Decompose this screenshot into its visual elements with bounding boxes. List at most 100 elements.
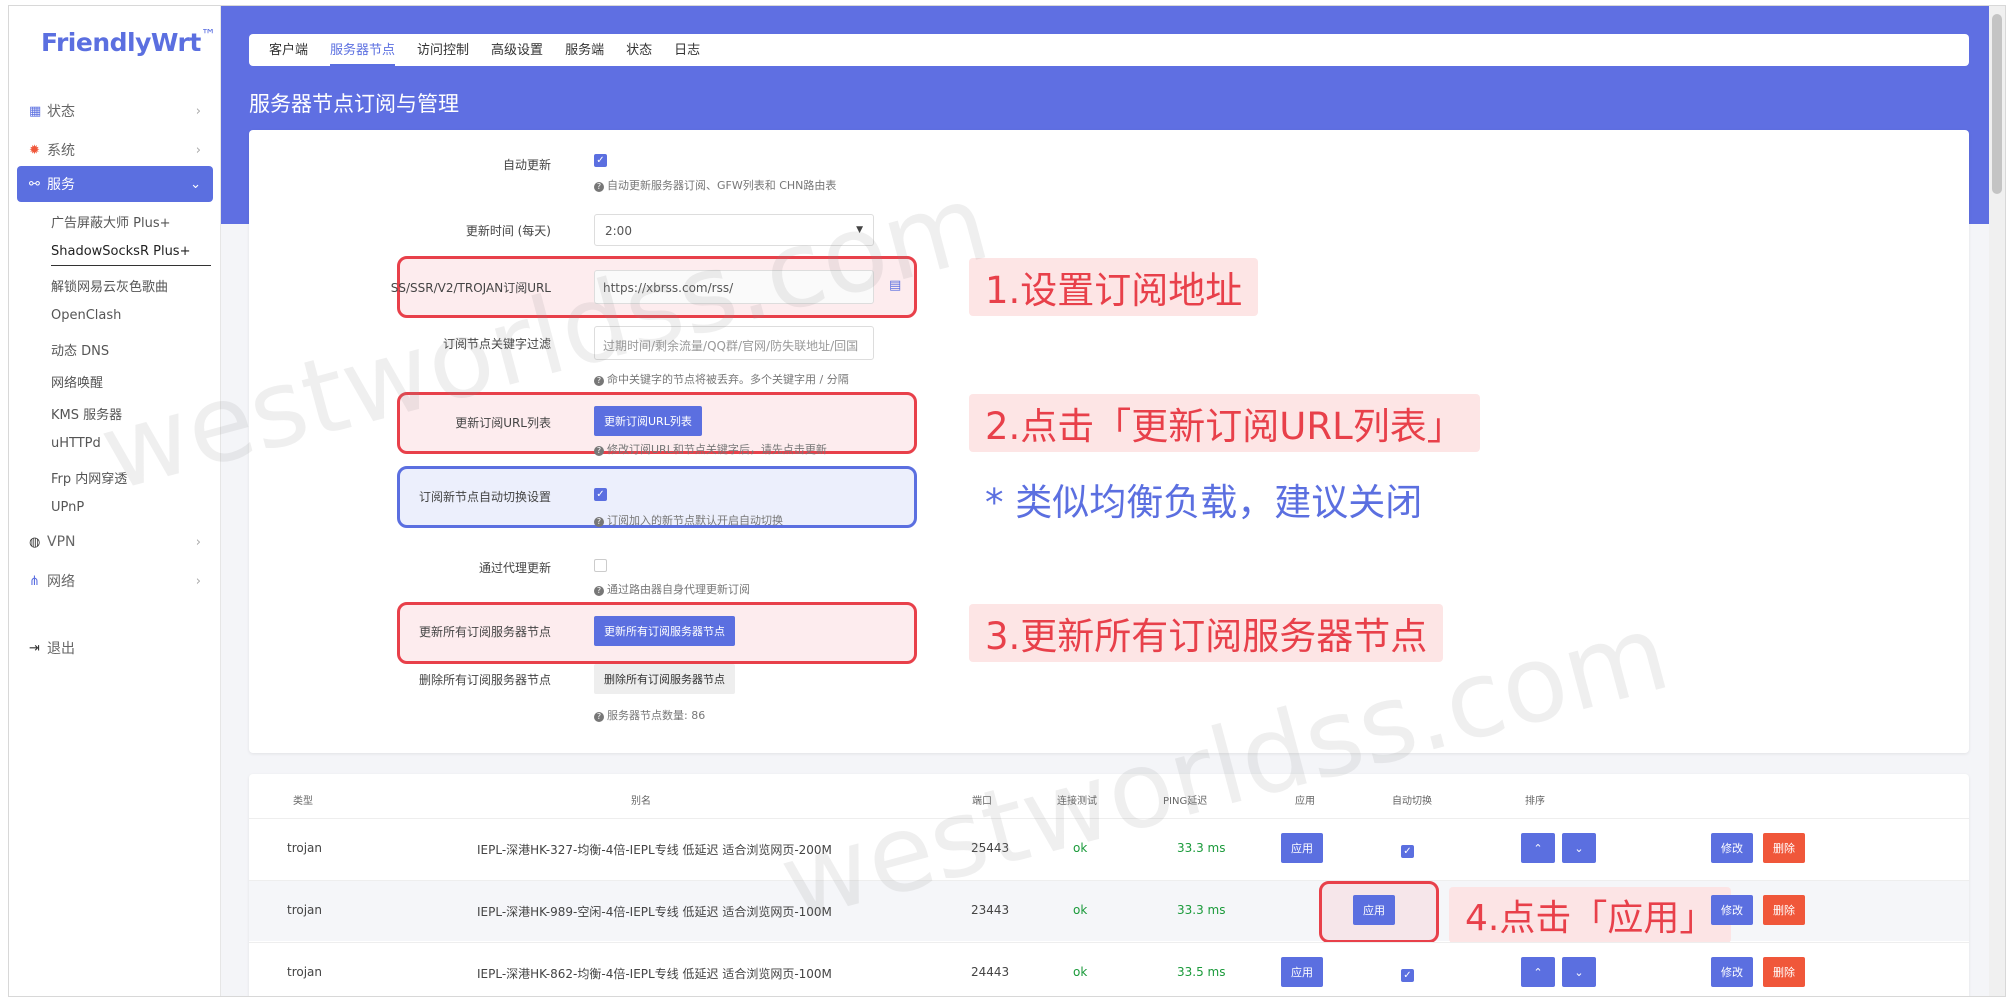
move-down-button[interactable]: ⌄ bbox=[1562, 957, 1596, 987]
help-icon: ? bbox=[594, 712, 604, 722]
col-apply: 应用 bbox=[1295, 796, 1315, 807]
auto-switch-row-checkbox[interactable]: ✓ bbox=[1401, 969, 1414, 982]
auto-update-label: 自动更新 bbox=[502, 158, 551, 172]
nav-services[interactable]: ⚯ 服务 ⌄ bbox=[17, 166, 213, 202]
subscription-settings-card: 自动更新 ✓ ? 自动更新服务器订阅、GFW列表和 CHN路由表 更新时间 (每天… bbox=[249, 130, 1969, 753]
update-time-select[interactable]: 2:00 ▼ bbox=[594, 214, 874, 246]
page-scrollbar[interactable] bbox=[1989, 6, 2005, 996]
chevron-down-icon: ⌄ bbox=[190, 176, 201, 192]
col-auto-switch: 自动切换 bbox=[1392, 796, 1432, 807]
move-down-button[interactable]: ⌄ bbox=[1562, 833, 1596, 863]
node-test: ok bbox=[1073, 903, 1088, 917]
node-ping: 33.3 ms bbox=[1177, 841, 1226, 855]
chevron-right-icon: › bbox=[195, 103, 201, 119]
tab-log[interactable]: 日志 bbox=[674, 39, 700, 66]
tab-bar: 客户端 服务器节点 访问控制 高级设置 服务端 状态 日志 bbox=[249, 34, 1969, 66]
col-type: 类型 bbox=[293, 796, 313, 807]
node-test: ok bbox=[1073, 965, 1088, 979]
scrollbar-thumb[interactable] bbox=[1992, 14, 2002, 194]
node-ping: 33.5 ms bbox=[1177, 965, 1226, 979]
edit-button[interactable]: 修改 bbox=[1711, 833, 1753, 863]
delete-all-nodes-button[interactable]: 删除所有订阅服务器节点 bbox=[594, 664, 735, 694]
delete-all-label: 删除所有订阅服务器节点 bbox=[418, 673, 551, 687]
chevron-right-icon: › bbox=[195, 534, 201, 550]
brand-logo: FriendlyWrt™ bbox=[41, 26, 216, 57]
sidebar: FriendlyWrt™ ▦ 状态 › ✹ 系统 › ⚯ 服务 ⌄ 广告屏蔽大师 Plus+… bbox=[9, 6, 221, 996]
move-up-button[interactable]: ⌃ bbox=[1521, 957, 1555, 987]
subnav-openclash[interactable]: OpenClash bbox=[51, 308, 121, 323]
auto-update-hint: ? 自动更新服务器订阅、GFW列表和 CHN路由表 bbox=[594, 177, 836, 193]
subnav-unblock-music[interactable]: 解锁网易云灰色歌曲 bbox=[51, 276, 168, 295]
move-up-button[interactable]: ⌃ bbox=[1521, 833, 1555, 863]
main-content: 客户端 服务器节点 访问控制 高级设置 服务端 状态 日志 服务器节点订阅与管理… bbox=[221, 6, 2005, 996]
proxy-update-checkbox[interactable] bbox=[594, 559, 607, 572]
subnav-frp[interactable]: Frp 内网穿透 bbox=[51, 468, 127, 487]
update-url-list-button[interactable]: 更新订阅URL列表 bbox=[594, 406, 702, 436]
node-count-hint: ? 服务器节点数量: 86 bbox=[594, 707, 705, 723]
nav-vpn[interactable]: ◍ VPN › bbox=[17, 524, 213, 560]
delete-button[interactable]: 删除 bbox=[1763, 895, 1805, 925]
tab-status[interactable]: 状态 bbox=[626, 39, 652, 66]
subscription-url-input[interactable]: https://xbrss.com/rss/ bbox=[594, 270, 874, 304]
callout-step-1: 1.设置订阅地址 bbox=[969, 258, 1259, 316]
delete-button[interactable]: 删除 bbox=[1763, 833, 1805, 863]
keyword-filter-input[interactable]: 过期时间/剩余流量/QQ群/官网/防失联地址/回国 bbox=[594, 326, 874, 360]
delete-button[interactable]: 删除 bbox=[1763, 957, 1805, 987]
edit-list-icon[interactable]: ▤ bbox=[889, 278, 901, 293]
node-port: 24443 bbox=[971, 965, 1010, 979]
tab-access-control[interactable]: 访问控制 bbox=[417, 39, 469, 66]
table-row: trojan IEPL-深港HK-862-均衡-4倍-IEPL专线 低延迟 适合… bbox=[249, 942, 1969, 996]
server-node-table: 类型 别名 端口 连接测试 PING延迟 应用 自动切换 排序 trojan I… bbox=[249, 774, 1969, 996]
auto-update-checkbox[interactable]: ✓ bbox=[594, 154, 607, 167]
network-icon: ⋔ bbox=[29, 573, 40, 589]
node-test: ok bbox=[1073, 841, 1088, 855]
auto-switch-hint: ? 订阅加入的新节点默认开启自动切换 bbox=[594, 512, 783, 528]
callout-step-4: 4.点击「应用」 bbox=[1449, 887, 1732, 943]
help-icon: ? bbox=[594, 182, 604, 192]
tab-server-nodes[interactable]: 服务器节点 bbox=[330, 39, 396, 66]
subnav-adblock[interactable]: 广告屏蔽大师 Plus+ bbox=[51, 212, 171, 231]
globe-icon: ◍ bbox=[29, 534, 41, 550]
nav-network[interactable]: ⋔ 网络 › bbox=[17, 563, 213, 599]
tab-advanced[interactable]: 高级设置 bbox=[491, 39, 543, 66]
nav-status[interactable]: ▦ 状态 › bbox=[17, 93, 213, 129]
update-all-nodes-button[interactable]: 更新所有订阅服务器节点 bbox=[594, 616, 735, 646]
callout-note: * 类似均衡负载，建议关闭 bbox=[985, 481, 1423, 524]
edit-button[interactable]: 修改 bbox=[1711, 957, 1753, 987]
nav-logout[interactable]: ⇥ 退出 bbox=[17, 630, 213, 666]
node-ping: 33.3 ms bbox=[1177, 903, 1226, 917]
node-port: 25443 bbox=[971, 841, 1010, 855]
subnav-ssrplus[interactable]: ShadowSocksR Plus+ bbox=[51, 244, 211, 266]
chevron-right-icon: › bbox=[195, 573, 201, 589]
subnav-upnp[interactable]: UPnP bbox=[51, 500, 84, 515]
dropdown-arrow-icon: ▼ bbox=[856, 225, 863, 235]
col-port: 端口 bbox=[972, 796, 992, 807]
keyword-filter-hint: ? 命中关键字的节点将被丢弃。多个关键字用 / 分隔 bbox=[594, 371, 849, 387]
update-time-label: 更新时间 (每天) bbox=[465, 224, 551, 238]
update-url-hint: ? 修改订阅URL和节点关键字后，请先点击更新 bbox=[594, 441, 827, 457]
tab-client[interactable]: 客户端 bbox=[269, 39, 308, 66]
proxy-update-label: 通过代理更新 bbox=[478, 561, 551, 575]
gear-icon: ✹ bbox=[29, 142, 40, 158]
col-test: 连接测试 bbox=[1057, 796, 1097, 807]
node-alias: IEPL-深港HK-327-均衡-4倍-IEPL专线 低延迟 适合浏览网页-20… bbox=[477, 843, 832, 857]
tab-server[interactable]: 服务端 bbox=[565, 39, 604, 66]
nav-system[interactable]: ✹ 系统 › bbox=[17, 132, 213, 168]
help-icon: ? bbox=[594, 586, 604, 596]
callout-step-2: 2.点击「更新订阅URL列表」 bbox=[969, 394, 1480, 452]
apply-button[interactable]: 应用 bbox=[1281, 833, 1323, 863]
auto-switch-row-checkbox[interactable]: ✓ bbox=[1401, 845, 1414, 858]
apply-button[interactable]: 应用 bbox=[1281, 957, 1323, 987]
subnav-wol[interactable]: 网络唤醒 bbox=[51, 372, 103, 391]
col-ping: PING延迟 bbox=[1163, 796, 1208, 807]
edit-button[interactable]: 修改 bbox=[1711, 895, 1753, 925]
help-icon: ? bbox=[594, 376, 604, 386]
proxy-update-hint: ? 通过路由器自身代理更新订阅 bbox=[594, 581, 750, 597]
table-row: trojan IEPL-深港HK-989-空闲-4倍-IEPL专线 低延迟 适合… bbox=[249, 880, 1969, 943]
apply-button[interactable]: 应用 bbox=[1353, 895, 1395, 925]
col-alias: 别名 bbox=[631, 796, 651, 807]
subnav-kms[interactable]: KMS 服务器 bbox=[51, 404, 122, 423]
subnav-ddns[interactable]: 动态 DNS bbox=[51, 340, 109, 359]
subnav-uhttpd[interactable]: uHTTPd bbox=[51, 436, 101, 451]
auto-switch-checkbox[interactable]: ✓ bbox=[594, 488, 607, 501]
